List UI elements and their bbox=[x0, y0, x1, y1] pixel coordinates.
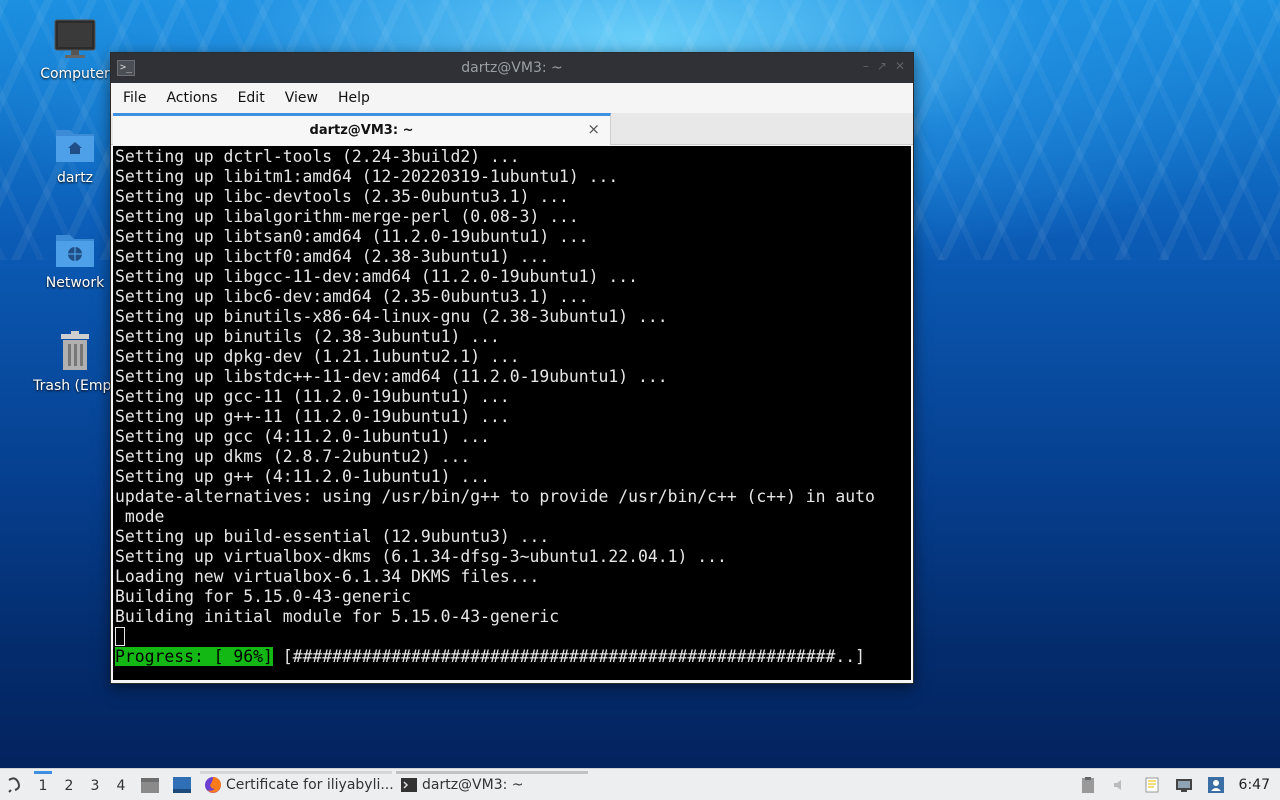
terminal-line: Setting up libc-devtools (2.35-0ubuntu3.… bbox=[115, 187, 569, 206]
close-icon[interactable]: ✕ bbox=[895, 59, 905, 73]
terminal-line: Setting up dpkg-dev (1.21.1ubuntu2.1) ..… bbox=[115, 347, 520, 366]
menu-actions[interactable]: Actions bbox=[156, 90, 227, 106]
terminal-line: Setting up dctrl-tools (2.24-3build2) ..… bbox=[115, 147, 520, 166]
terminal-line: Setting up gcc-11 (11.2.0-19ubuntu1) ... bbox=[115, 387, 510, 406]
task-label: Certificate for iliyabyli... bbox=[226, 776, 394, 793]
terminal-lines: Setting up dctrl-tools (2.24-3build2) ..… bbox=[115, 147, 911, 627]
terminal-line: Setting up libalgorithm-merge-perl (0.08… bbox=[115, 207, 579, 226]
terminal-cursor bbox=[115, 627, 125, 646]
menubar: File Actions Edit View Help bbox=[111, 83, 913, 113]
terminal-line: Loading new virtualbox-6.1.34 DKMS files… bbox=[115, 567, 540, 586]
volume-icon[interactable] bbox=[1111, 776, 1129, 794]
terminal-line: Setting up binutils-x86-64-linux-gnu (2.… bbox=[115, 307, 668, 326]
terminal-line: Setting up libitm1:amd64 (12-20220319-1u… bbox=[115, 167, 619, 186]
show-desktop-icon[interactable] bbox=[172, 776, 192, 794]
progress-line: Progress: [ 96%] [######################… bbox=[115, 647, 911, 667]
system-tray: 6:47 bbox=[1079, 776, 1280, 794]
terminal-line: Setting up build-essential (12.9ubuntu3)… bbox=[115, 527, 550, 546]
terminal-line: update-alternatives: using /usr/bin/g++ … bbox=[115, 487, 875, 506]
workspace-4[interactable]: 4 bbox=[108, 769, 134, 800]
clock[interactable]: 6:47 bbox=[1239, 777, 1270, 793]
terminal-line: Setting up binutils (2.38-3ubuntu1) ... bbox=[115, 327, 500, 346]
terminal-line: Building initial module for 5.15.0-43-ge… bbox=[115, 607, 560, 626]
maximize-icon[interactable]: ↗ bbox=[877, 59, 887, 73]
tab-terminal[interactable]: dartz@VM3: ~ × bbox=[113, 113, 611, 145]
terminal-app-icon: >_ bbox=[117, 60, 135, 76]
workspace-3[interactable]: 3 bbox=[82, 769, 108, 800]
progress-label: Progress: [ 96%] bbox=[115, 647, 273, 666]
workspace-2[interactable]: 2 bbox=[56, 769, 82, 800]
terminal-line: Setting up virtualbox-dkms (6.1.34-dfsg-… bbox=[115, 547, 727, 566]
task-terminal[interactable]: dartz@VM3: ~ bbox=[394, 769, 590, 800]
workspace-1[interactable]: 1 bbox=[30, 769, 56, 800]
terminal-window[interactable]: >_ dartz@VM3: ~ – ↗ ✕ File Actions Edit … bbox=[110, 52, 914, 684]
terminal-line: Setting up dkms (2.8.7-2ubuntu2) ... bbox=[115, 447, 471, 466]
terminal-line: Setting up libtsan0:amd64 (11.2.0-19ubun… bbox=[115, 227, 589, 246]
clipboard-icon[interactable] bbox=[1079, 776, 1097, 794]
terminal-line: Setting up gcc (4:11.2.0-1ubuntu1) ... bbox=[115, 427, 490, 446]
desktop-icon-label: Trash (Empt bbox=[33, 378, 117, 394]
desktop-icon-label: Network bbox=[45, 275, 105, 291]
network-icon[interactable] bbox=[1175, 776, 1193, 794]
window-titlebar[interactable]: >_ dartz@VM3: ~ – ↗ ✕ bbox=[111, 53, 913, 83]
tab-title: dartz@VM3: ~ bbox=[309, 123, 414, 138]
terminal-line: Setting up libgcc-11-dev:amd64 (11.2.0-1… bbox=[115, 267, 639, 286]
firefox-icon bbox=[204, 776, 222, 794]
trash-icon bbox=[53, 330, 97, 374]
start-menu-icon[interactable] bbox=[0, 769, 30, 800]
terminal-line: Setting up g++ (4:11.2.0-1ubuntu1) ... bbox=[115, 467, 490, 486]
desktop-icon-home[interactable]: dartz bbox=[27, 122, 123, 186]
desktop-icon-trash[interactable]: Trash (Empt bbox=[27, 330, 123, 394]
home-folder-icon bbox=[53, 122, 97, 166]
minimize-icon[interactable]: – bbox=[863, 59, 869, 73]
terminal-line: Building for 5.15.0-43-generic bbox=[115, 587, 412, 606]
desktop-icon-label: Computer bbox=[40, 66, 110, 82]
menu-file[interactable]: File bbox=[113, 90, 156, 106]
notes-icon[interactable] bbox=[1143, 776, 1161, 794]
task-label: dartz@VM3: ~ bbox=[422, 776, 524, 793]
menu-view[interactable]: View bbox=[275, 90, 328, 106]
desktop-icon-network[interactable]: Network bbox=[27, 227, 123, 291]
network-folder-icon bbox=[53, 227, 97, 271]
terminal-output[interactable]: Setting up dctrl-tools (2.24-3build2) ..… bbox=[113, 146, 911, 680]
window-title: dartz@VM3: ~ bbox=[461, 60, 563, 76]
task-firefox[interactable]: Certificate for iliyabyli... bbox=[198, 769, 394, 800]
desktop-icon-computer[interactable]: Computer bbox=[27, 18, 123, 82]
tab-bar: dartz@VM3: ~ × bbox=[111, 113, 913, 145]
menu-edit[interactable]: Edit bbox=[228, 90, 275, 106]
computer-icon bbox=[53, 18, 97, 62]
desktop-icon-label: dartz bbox=[56, 170, 94, 186]
terminal-line: mode bbox=[115, 507, 165, 526]
terminal-line: Setting up g++-11 (11.2.0-19ubuntu1) ... bbox=[115, 407, 510, 426]
terminal-icon bbox=[400, 776, 418, 794]
terminal-cursor-line bbox=[115, 627, 911, 647]
user-icon[interactable] bbox=[1207, 776, 1225, 794]
window-controls: – ↗ ✕ bbox=[863, 59, 905, 73]
file-manager-icon[interactable] bbox=[140, 776, 160, 794]
terminal-line: Setting up libstdc++-11-dev:amd64 (11.2.… bbox=[115, 367, 668, 386]
tab-close-icon[interactable]: × bbox=[587, 120, 600, 138]
terminal-line: Setting up libc6-dev:amd64 (2.35-0ubuntu… bbox=[115, 287, 589, 306]
taskbar: 1 2 3 4 Certificate for iliyabyli... dar… bbox=[0, 768, 1280, 800]
progress-bar: [#######################################… bbox=[272, 647, 865, 666]
menu-help[interactable]: Help bbox=[328, 90, 380, 106]
terminal-line: Setting up libctf0:amd64 (2.38-3ubuntu1)… bbox=[115, 247, 550, 266]
